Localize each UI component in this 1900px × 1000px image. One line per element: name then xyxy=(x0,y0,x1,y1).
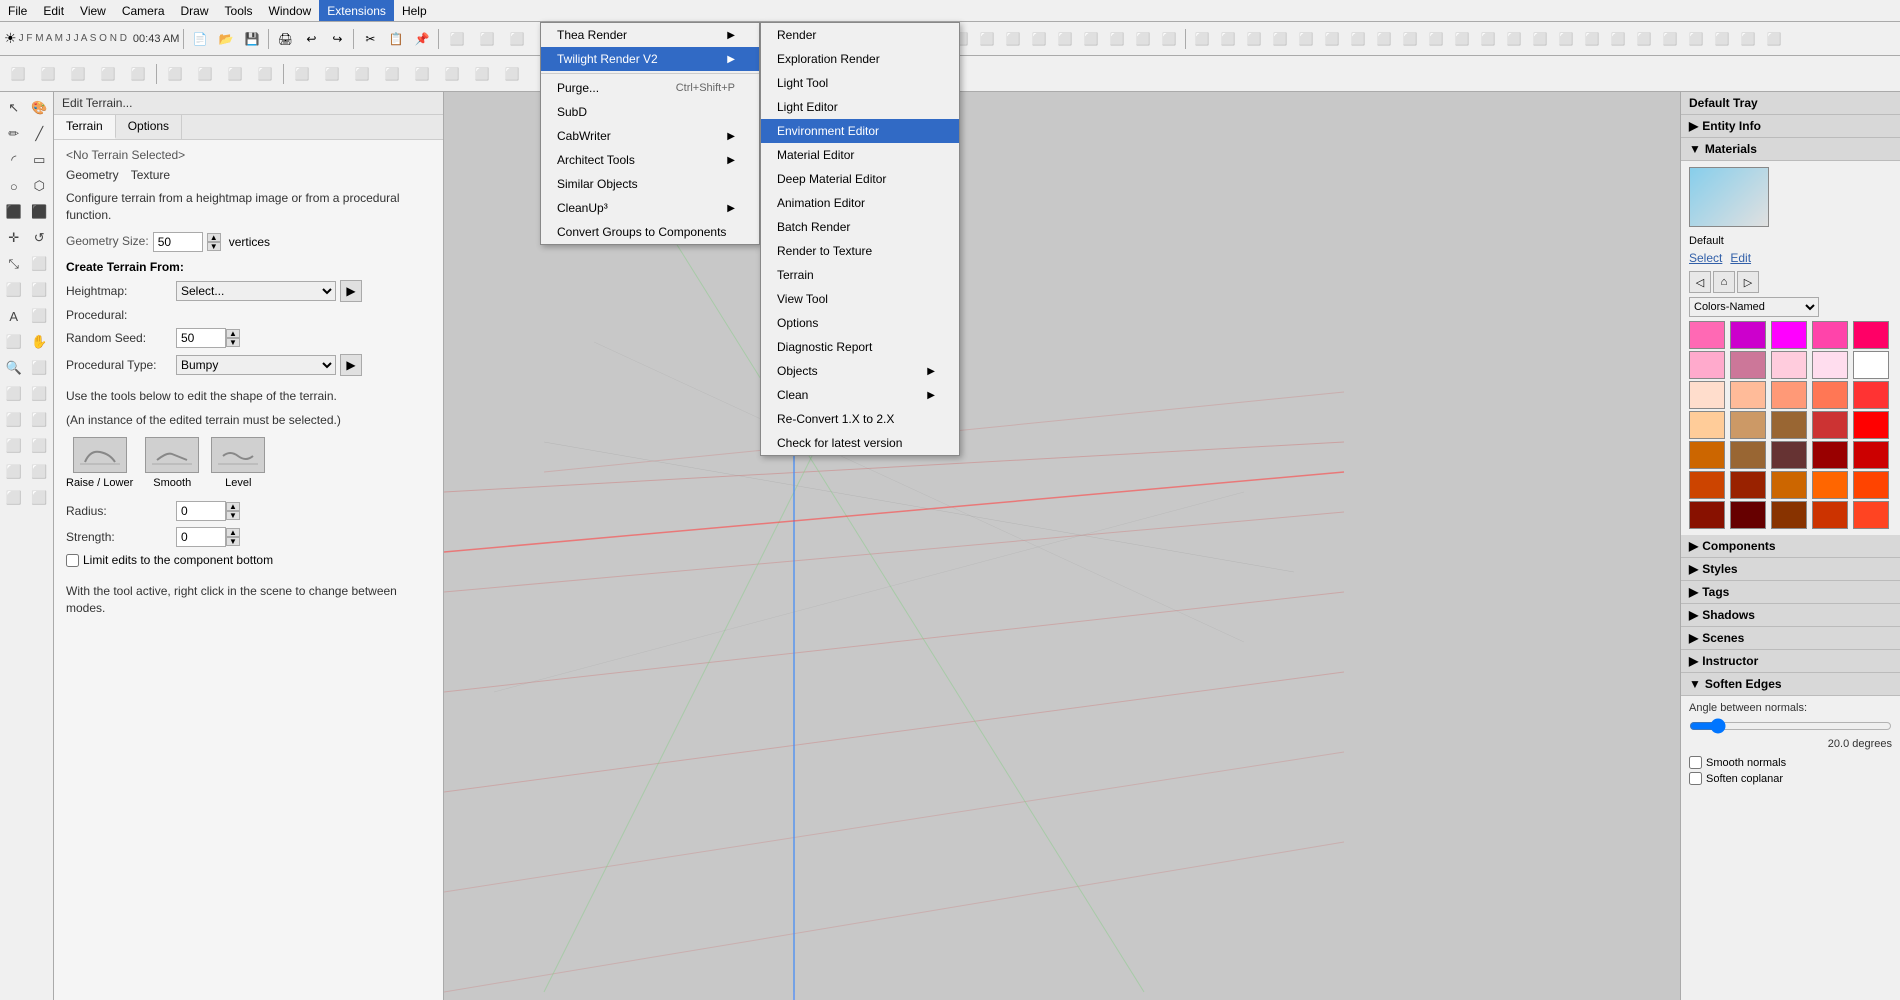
cabwriter-label: CabWriter xyxy=(557,129,611,143)
sub-view-tool[interactable]: View Tool xyxy=(761,287,959,311)
thea-render-label: Thea Render xyxy=(557,28,627,42)
dropdown-overlay: Thea Render ▶ Twilight Render V2 ▶ Purge… xyxy=(0,0,1900,1000)
cleanup-label: CleanUp³ xyxy=(557,201,608,215)
sub-terrain[interactable]: Terrain xyxy=(761,263,959,287)
menu-cleanup[interactable]: CleanUp³ ▶ xyxy=(541,196,759,220)
sub-options[interactable]: Options xyxy=(761,311,959,335)
thea-arrow: ▶ xyxy=(727,30,735,41)
material-editor-label: Material Editor xyxy=(777,148,854,162)
menu-twilight-render[interactable]: Twilight Render V2 ▶ xyxy=(541,47,759,71)
sub-deep-material-editor[interactable]: Deep Material Editor xyxy=(761,167,959,191)
clean-label: Clean xyxy=(777,388,808,402)
sub-material-editor[interactable]: Material Editor xyxy=(761,143,959,167)
deep-material-editor-label: Deep Material Editor xyxy=(777,172,886,186)
twilight-render-label: Twilight Render V2 xyxy=(557,52,658,66)
sub-light-editor[interactable]: Light Editor xyxy=(761,95,959,119)
terrain-sub-label: Terrain xyxy=(777,268,814,282)
architect-tools-label: Architect Tools xyxy=(557,153,635,167)
subd-label: SubD xyxy=(557,105,587,119)
sub-animation-editor[interactable]: Animation Editor xyxy=(761,191,959,215)
sub-clean[interactable]: Clean ▶ xyxy=(761,383,959,407)
twilight-arrow: ▶ xyxy=(727,54,735,65)
render-to-texture-label: Render to Texture xyxy=(777,244,872,258)
extensions-menu: Thea Render ▶ Twilight Render V2 ▶ Purge… xyxy=(540,22,760,245)
sub-check-latest[interactable]: Check for latest version xyxy=(761,431,959,455)
similar-objects-label: Similar Objects xyxy=(557,177,638,191)
menu-subd[interactable]: SubD xyxy=(541,100,759,124)
options-label: Options xyxy=(777,316,818,330)
sub-render-to-texture[interactable]: Render to Texture xyxy=(761,239,959,263)
check-latest-label: Check for latest version xyxy=(777,436,902,450)
menu-architect-tools[interactable]: Architect Tools ▶ xyxy=(541,148,759,172)
menu-similar-objects[interactable]: Similar Objects xyxy=(541,172,759,196)
sub-diagnostic-report[interactable]: Diagnostic Report xyxy=(761,335,959,359)
menu-div1 xyxy=(541,73,759,74)
sub-render[interactable]: Render xyxy=(761,23,959,47)
purge-shortcut: Ctrl+Shift+P xyxy=(676,82,735,94)
sub-exploration-render[interactable]: Exploration Render xyxy=(761,47,959,71)
render-label: Render xyxy=(777,28,816,42)
convert-groups-label: Convert Groups to Components xyxy=(557,225,726,239)
sub-light-tool[interactable]: Light Tool xyxy=(761,71,959,95)
animation-editor-label: Animation Editor xyxy=(777,196,865,210)
sub-environment-editor[interactable]: Environment Editor xyxy=(761,119,959,143)
arch-arrow: ▶ xyxy=(727,155,735,166)
reconvert-label: Re-Convert 1.X to 2.X xyxy=(777,412,894,426)
view-tool-label: View Tool xyxy=(777,292,828,306)
objects-arrow: ▶ xyxy=(927,366,935,377)
sub-batch-render[interactable]: Batch Render xyxy=(761,215,959,239)
cab-arrow: ▶ xyxy=(727,131,735,142)
sub-reconvert[interactable]: Re-Convert 1.X to 2.X xyxy=(761,407,959,431)
objects-label: Objects xyxy=(777,364,818,378)
light-editor-label: Light Editor xyxy=(777,100,838,114)
menu-cabwriter[interactable]: CabWriter ▶ xyxy=(541,124,759,148)
menu-thea-render[interactable]: Thea Render ▶ xyxy=(541,23,759,47)
sub-objects[interactable]: Objects ▶ xyxy=(761,359,959,383)
environment-editor-label: Environment Editor xyxy=(777,124,879,138)
cleanup-arrow: ▶ xyxy=(727,203,735,214)
menu-purge[interactable]: Purge... Ctrl+Shift+P xyxy=(541,76,759,100)
clean-arrow: ▶ xyxy=(927,390,935,401)
menu-convert-groups[interactable]: Convert Groups to Components xyxy=(541,220,759,244)
batch-render-label: Batch Render xyxy=(777,220,850,234)
twilight-submenu: Render Exploration Render Light Tool Lig… xyxy=(760,22,960,456)
exploration-render-label: Exploration Render xyxy=(777,52,880,66)
diagnostic-report-label: Diagnostic Report xyxy=(777,340,872,354)
light-tool-label: Light Tool xyxy=(777,76,828,90)
purge-label: Purge... xyxy=(557,81,599,95)
